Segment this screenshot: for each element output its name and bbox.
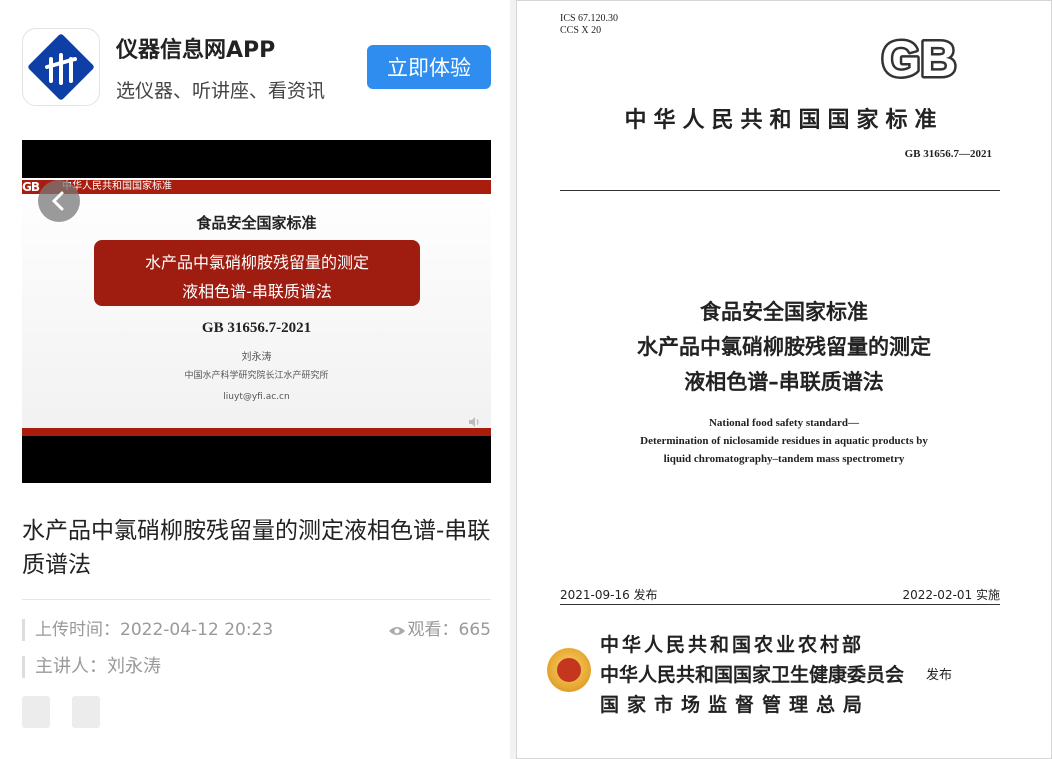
cover-title-en-3: liquid chromatography–tandem mass spectr… [663, 453, 905, 465]
standard-cover: ICS 67.120.30 CCS X 20 GB GB 中华人民共和国国家标准… [516, 0, 1052, 759]
view-count: 观看：665 [388, 619, 491, 641]
upload-time-value: 2022-04-12 20:23 [120, 620, 274, 640]
cover-standard-code: GB 31656.7—2021 [904, 148, 992, 160]
slide-standard-heading: 食品安全国家标准 [196, 214, 317, 232]
video-frame-slide: GB 中华人民共和国国家标准 食品安全国家标准 水产品中氯硝柳胺残留量的测定 液… [22, 178, 491, 436]
ics-code: ICS 67.120.30 [560, 13, 619, 24]
top-rule [560, 190, 1000, 191]
publish-label: 发布 [926, 668, 953, 683]
volume-icon[interactable] [468, 416, 480, 428]
implement-date: 2022-02-01 实施 [902, 588, 1000, 602]
app-slogan: 选仪器、听讲座、看资讯 [116, 80, 326, 102]
gb-logo-fill: GB [882, 31, 957, 82]
ics-ccs-codes: ICS 67.120.30 CCS X 20 [560, 13, 618, 37]
national-standard-heading: 中华人民共和国国家标准 [624, 108, 944, 133]
chevron-left-icon [51, 191, 64, 211]
slide-header-text: 中华人民共和国国家标准 [62, 181, 172, 192]
issuer-1: 中华人民共和国农业农村部 [600, 634, 865, 656]
seal-icon [547, 648, 591, 692]
ccs-code: CCS X 20 [560, 25, 602, 36]
slide-standard-code: GB 31656.7-2021 [201, 320, 312, 336]
logo-mark-icon [45, 53, 77, 85]
cover-title-cn-1: 食品安全国家标准 [700, 300, 868, 324]
issuer-3: 国家市场监督管理总局 [600, 694, 871, 716]
upload-time: 上传时间：2022-04-12 20:23 [22, 619, 273, 641]
speaker-label: 主讲人： [35, 656, 107, 677]
cover-title-en-2: Determination of niclosamide residues in… [640, 435, 928, 447]
previous-button[interactable] [38, 180, 80, 222]
views-value: 665 [458, 620, 491, 640]
slide-institution: 中国水产科学研究院长江水产研究所 [184, 371, 329, 381]
divider [22, 599, 491, 600]
slide-title-line1: 水产品中氯硝柳胺残留量的测定 [144, 253, 369, 272]
video-player[interactable]: GB 中华人民共和国国家标准 食品安全国家标准 水产品中氯硝柳胺残留量的测定 液… [22, 140, 491, 483]
action-button-1[interactable] [22, 696, 50, 728]
slide-email: liuyt@yfi.ac.cn [223, 392, 290, 402]
cover-title-en-1: National food safety standard— [708, 417, 860, 429]
bottom-rule [560, 604, 1000, 605]
upload-time-label: 上传时间： [35, 620, 120, 640]
eye-icon [388, 627, 405, 635]
slide-title-box: 水产品中氯硝柳胺残留量的测定 液相色谱-串联质谱法 [94, 240, 420, 306]
issuer-2: 中华人民共和国国家卫生健康委员会 [600, 664, 905, 686]
video-card: 仪器信息网APP 选仪器、听讲座、看资讯 立即体验 GB 中华人民共和国国家标准… [0, 0, 510, 759]
slide-footer-bar [22, 428, 491, 436]
speaker: 主讲人：刘永涛 [22, 656, 161, 678]
views-label: 观看： [407, 620, 459, 640]
speaker-value: 刘永涛 [107, 656, 161, 677]
publish-date: 2021-09-16 发布 [560, 588, 658, 602]
app-name: 仪器信息网APP [116, 38, 276, 63]
app-logo[interactable] [22, 28, 100, 106]
cover-title-cn-3: 液相色谱–串联质谱法 [684, 370, 884, 394]
slide-presenter: 刘永涛 [241, 352, 272, 363]
cover-title-cn-2: 水产品中氯硝柳胺残留量的测定 [637, 335, 931, 359]
gb-logo: GB GB [879, 30, 959, 82]
slide-title-line2: 液相色谱-串联质谱法 [182, 282, 332, 301]
action-button-2[interactable] [72, 696, 100, 728]
cover-title-en: National food safety standard— Determina… [516, 414, 1052, 468]
video-page: 仪器信息网APP 选仪器、听讲座、看资讯 立即体验 GB 中华人民共和国国家标准… [0, 0, 510, 759]
try-now-button[interactable]: 立即体验 [367, 45, 491, 89]
video-title: 水产品中氯硝柳胺残留量的测定液相色谱-串联质谱法 [22, 518, 491, 578]
slide-gb-logo: GB [22, 180, 40, 194]
